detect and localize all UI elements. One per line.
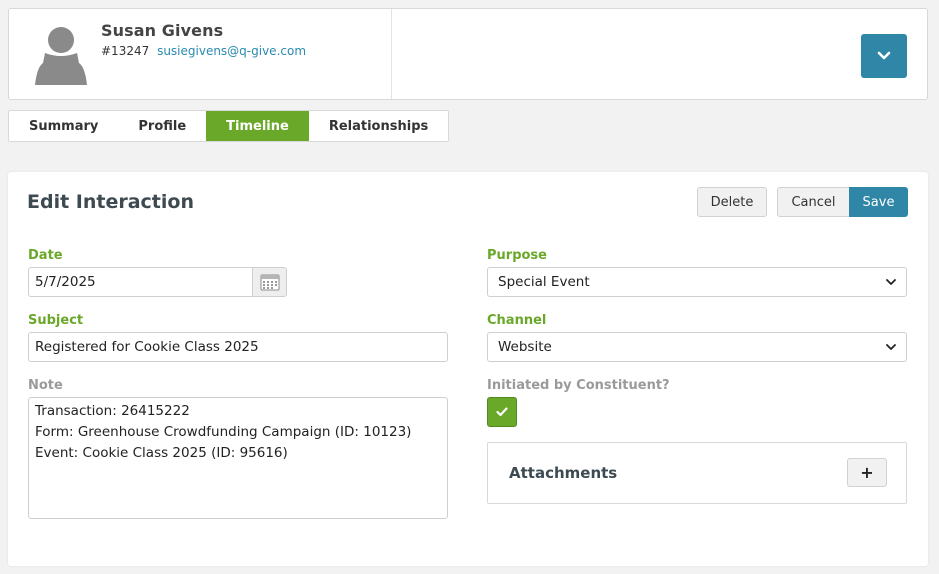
chevron-down-icon bbox=[886, 343, 896, 350]
attachments-title: Attachments bbox=[509, 464, 618, 482]
date-label: Date bbox=[28, 248, 63, 263]
add-attachment-button[interactable]: + bbox=[847, 458, 887, 487]
calendar-button[interactable] bbox=[252, 267, 287, 297]
subject-field[interactable]: Registered for Cookie Class 2025 bbox=[28, 332, 448, 362]
expand-button[interactable] bbox=[861, 34, 907, 78]
tab-profile[interactable]: Profile bbox=[118, 111, 206, 141]
constituent-id: #13247 bbox=[101, 44, 150, 58]
chevron-down-icon bbox=[877, 51, 891, 60]
initiated-checkbox[interactable] bbox=[487, 397, 517, 427]
constituent-meta: #13247 susiegivens@q-give.com bbox=[101, 44, 306, 58]
purpose-label: Purpose bbox=[487, 248, 547, 263]
constituent-name: Susan Givens bbox=[101, 21, 224, 40]
note-line: Form: Greenhouse Crowdfunding Campaign (… bbox=[35, 424, 412, 440]
note-line: Transaction: 26415222 bbox=[35, 403, 190, 419]
purpose-value: Special Event bbox=[498, 274, 590, 290]
purpose-select[interactable]: Special Event bbox=[487, 267, 907, 297]
chevron-down-icon bbox=[886, 278, 896, 285]
avatar-icon bbox=[35, 27, 87, 85]
calendar-icon bbox=[260, 274, 279, 291]
checkmark-icon bbox=[496, 407, 508, 417]
note-textarea[interactable]: Transaction: 26415222 Form: Greenhouse C… bbox=[28, 397, 448, 519]
header-divider bbox=[391, 9, 392, 99]
tab-relationships[interactable]: Relationships bbox=[309, 111, 448, 141]
channel-value: Website bbox=[498, 339, 552, 355]
tab-bar: Summary Profile Timeline Relationships bbox=[8, 110, 450, 142]
constituent-header: Susan Givens #13247 susiegivens@q-give.c… bbox=[8, 8, 928, 100]
initiated-label: Initiated by Constituent? bbox=[487, 378, 670, 393]
attachments-section: Attachments + bbox=[487, 442, 907, 504]
delete-button[interactable]: Delete bbox=[697, 187, 767, 217]
tab-timeline[interactable]: Timeline bbox=[206, 111, 309, 141]
subject-label: Subject bbox=[28, 313, 84, 328]
constituent-email-link[interactable]: susiegivens@q-give.com bbox=[157, 44, 306, 58]
date-field[interactable]: 5/7/2025 bbox=[28, 267, 253, 297]
channel-select[interactable]: Website bbox=[487, 332, 907, 362]
note-label: Note bbox=[28, 378, 63, 393]
channel-label: Channel bbox=[487, 313, 547, 328]
save-button[interactable]: Save bbox=[849, 187, 908, 217]
note-line: Event: Cookie Class 2025 (ID: 95616) bbox=[35, 445, 288, 461]
cancel-button[interactable]: Cancel bbox=[777, 187, 850, 217]
page-title: Edit Interaction bbox=[27, 191, 194, 213]
edit-interaction-panel: Edit Interaction Delete Cancel Save Date… bbox=[8, 172, 928, 566]
tab-summary[interactable]: Summary bbox=[9, 111, 118, 141]
